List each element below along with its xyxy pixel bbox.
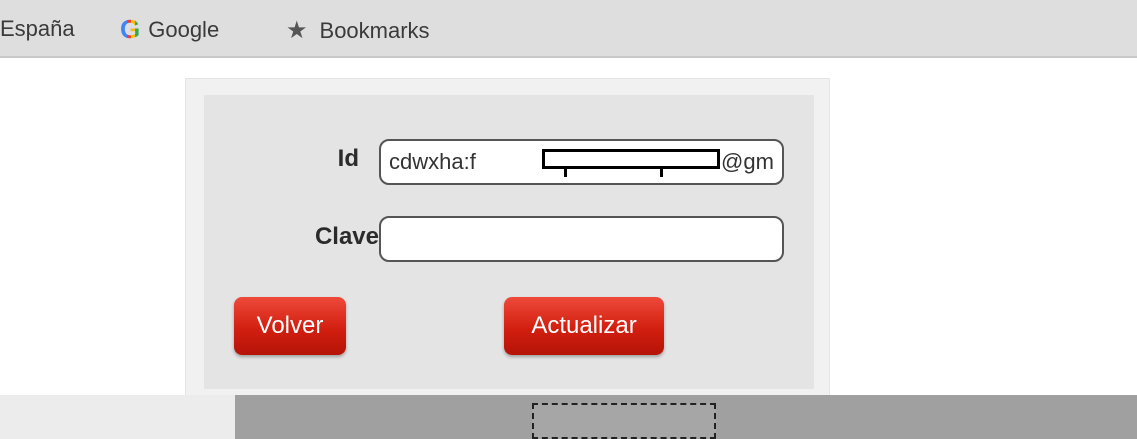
bookmark-label: Bookmarks: [319, 17, 430, 43]
star-icon: ★: [286, 17, 308, 44]
id-label: Id: [337, 145, 359, 172]
redaction-mark: [564, 169, 567, 177]
focus-selection-box[interactable]: [532, 403, 716, 439]
actualizar-button[interactable]: Actualizar: [504, 297, 664, 355]
id-suffix: @gm: [721, 149, 774, 174]
bookmarks-bar: España G Google ★ Bookmarks: [0, 0, 1137, 58]
bookmark-bookmarks[interactable]: ★ Bookmarks: [286, 16, 430, 45]
bottom-bar-left: [0, 395, 235, 439]
bookmark-espana[interactable]: España: [0, 16, 75, 42]
clave-field[interactable]: [379, 216, 784, 262]
volver-button[interactable]: Volver: [234, 297, 346, 355]
form-panel-inner: Id @gm Clave Volver Actualizar: [204, 95, 814, 389]
google-g-icon: G: [120, 14, 141, 44]
redaction-mark: [660, 169, 663, 177]
form-panel: Id @gm Clave Volver Actualizar: [185, 78, 830, 398]
bookmark-label: Google: [148, 16, 220, 42]
bookmark-label: España: [0, 16, 75, 41]
bookmark-google[interactable]: G Google: [120, 14, 219, 45]
clave-label: Clave: [314, 223, 379, 250]
redaction-box: [542, 149, 720, 169]
